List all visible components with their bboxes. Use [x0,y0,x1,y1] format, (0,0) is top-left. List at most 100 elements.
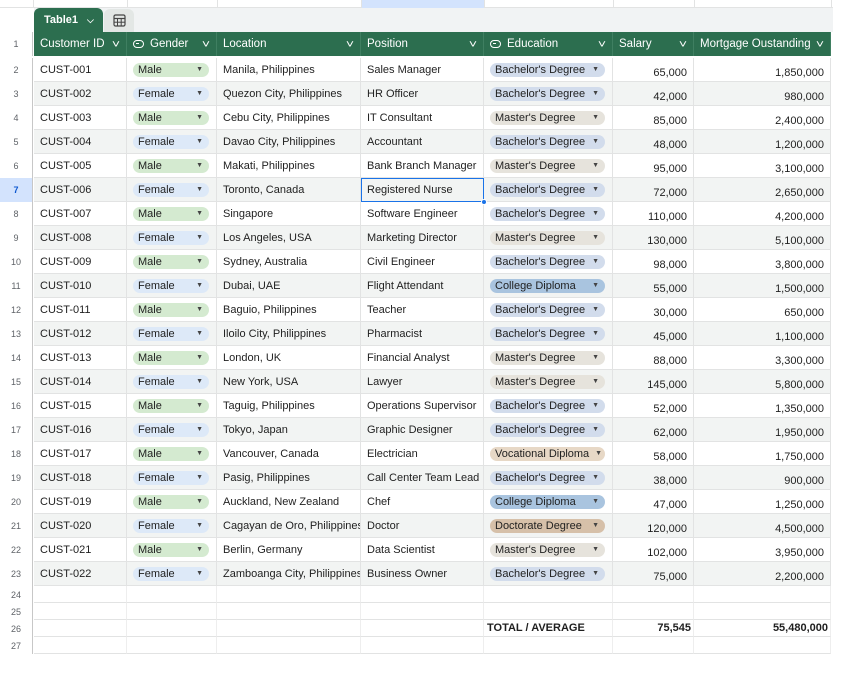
cell-gender[interactable]: Female ▼ [127,370,217,394]
row-number[interactable]: 4 [0,106,33,130]
cell-position[interactable] [361,620,484,637]
cell-education[interactable]: Bachelor's Degree ▼ [484,178,613,202]
cell-mortgage[interactable]: 1,250,000 [694,490,831,514]
dropdown-arrow-icon[interactable]: ▼ [592,138,599,145]
dropdown-arrow-icon[interactable]: ▼ [196,498,203,505]
cell-location[interactable] [217,620,361,637]
row-number[interactable]: 18 [0,442,33,466]
cell-mortgage[interactable]: 1,750,000 [694,442,831,466]
cell-gender[interactable] [127,620,217,637]
cell-id[interactable]: CUST-009 [34,250,127,274]
gender-dropdown-chip[interactable]: Male ▼ [133,446,209,461]
cell-location[interactable]: Los Angeles, USA [217,226,361,250]
cell-position[interactable] [361,586,484,603]
education-dropdown-chip[interactable]: College Diploma ▼ [490,278,605,293]
cell-education[interactable] [484,603,613,620]
cell-salary[interactable]: 47,000 [613,490,694,514]
cell-salary[interactable] [613,586,694,603]
cell-gender[interactable]: Male ▼ [127,58,217,82]
cell-position[interactable]: Accountant [361,130,484,154]
gender-dropdown-chip[interactable]: Male ▼ [133,542,209,557]
dropdown-arrow-icon[interactable]: ▼ [196,330,203,337]
row-number[interactable]: 3 [0,82,33,106]
cell-gender[interactable]: Male ▼ [127,538,217,562]
cell-salary[interactable]: 72,000 [613,178,694,202]
row-number[interactable]: 5 [0,130,33,154]
column-header-position[interactable]: Position ˅ [361,32,484,56]
cell-gender[interactable]: Male ▼ [127,154,217,178]
cell-id[interactable]: CUST-007 [34,202,127,226]
education-dropdown-chip[interactable]: Bachelor's Degree ▼ [490,86,605,101]
cell-id[interactable] [34,620,127,637]
cell-mortgage[interactable]: 4,500,000 [694,514,831,538]
education-dropdown-chip[interactable]: Master's Degree ▼ [490,542,605,557]
cell-mortgage[interactable]: 1,200,000 [694,130,831,154]
cell-education[interactable] [484,586,613,603]
gender-dropdown-chip[interactable]: Female ▼ [133,566,209,581]
cell-salary[interactable]: 52,000 [613,394,694,418]
row-number[interactable]: 21 [0,514,33,538]
cell-gender[interactable]: Female ▼ [127,562,217,586]
cell-education[interactable]: Vocational Diploma ▼ [484,442,613,466]
cell-salary[interactable]: 98,000 [613,250,694,274]
cell-gender[interactable]: Male ▼ [127,106,217,130]
cell-location[interactable] [217,586,361,603]
cell-education[interactable] [484,637,613,654]
cell-gender[interactable] [127,586,217,603]
chevron-down-icon[interactable]: ⌵ [87,15,94,26]
dropdown-arrow-icon[interactable]: ▼ [592,90,599,97]
cell-gender[interactable]: Female ▼ [127,82,217,106]
row-number[interactable]: 9 [0,226,33,250]
cell-id[interactable]: CUST-010 [34,274,127,298]
cell-education[interactable]: Bachelor's Degree ▼ [484,82,613,106]
row-number[interactable]: 14 [0,346,33,370]
cell-salary[interactable]: 65,000 [613,58,694,82]
dropdown-arrow-icon[interactable]: ▼ [196,138,203,145]
row-number[interactable]: 27 [0,637,33,654]
cell-education[interactable]: Bachelor's Degree ▼ [484,562,613,586]
cell-salary[interactable]: 130,000 [613,226,694,250]
gender-dropdown-chip[interactable]: Female ▼ [133,470,209,485]
cell-salary[interactable]: 75,000 [613,562,694,586]
dropdown-arrow-icon[interactable]: ▼ [196,378,203,385]
gender-dropdown-chip[interactable]: Female ▼ [133,278,209,293]
cell-salary[interactable]: 45,000 [613,322,694,346]
cell-education[interactable]: Bachelor's Degree ▼ [484,298,613,322]
education-dropdown-chip[interactable]: Master's Degree ▼ [490,374,605,389]
education-dropdown-chip[interactable]: Bachelor's Degree ▼ [490,254,605,269]
cell-gender[interactable]: Female ▼ [127,130,217,154]
dropdown-arrow-icon[interactable]: ▼ [592,330,599,337]
cell-id[interactable]: CUST-015 [34,394,127,418]
cell-education[interactable]: Bachelor's Degree ▼ [484,418,613,442]
cell-position[interactable]: Teacher [361,298,484,322]
cell-mortgage[interactable]: 2,650,000 [694,178,831,202]
cell-gender[interactable]: Male ▼ [127,394,217,418]
dropdown-arrow-icon[interactable]: ▼ [592,306,599,313]
cell-id[interactable]: CUST-017 [34,442,127,466]
cell-location[interactable]: Makati, Philippines [217,154,361,178]
cell-mortgage[interactable]: 650,000 [694,298,831,322]
dropdown-arrow-icon[interactable]: ▼ [196,282,203,289]
education-dropdown-chip[interactable]: Bachelor's Degree ▼ [490,566,605,581]
cell-salary[interactable]: 102,000 [613,538,694,562]
cell-salary[interactable] [613,637,694,654]
gender-dropdown-chip[interactable]: Male ▼ [133,494,209,509]
dropdown-arrow-icon[interactable]: ▼ [196,474,203,481]
row-number[interactable]: 12 [0,298,33,322]
cell-id[interactable]: CUST-005 [34,154,127,178]
column-header-salary[interactable]: Salary ˅ [613,32,694,56]
row-number[interactable]: 2 [0,58,33,82]
dropdown-arrow-icon[interactable]: ▼ [592,426,599,433]
education-dropdown-chip[interactable]: Bachelor's Degree ▼ [490,206,605,221]
cell-education[interactable]: Bachelor's Degree ▼ [484,130,613,154]
education-dropdown-chip[interactable]: Bachelor's Degree ▼ [490,62,605,77]
cell-salary[interactable]: 85,000 [613,106,694,130]
cell-mortgage[interactable] [694,586,831,603]
education-dropdown-chip[interactable]: Bachelor's Degree ▼ [490,398,605,413]
dropdown-arrow-icon[interactable]: ▼ [592,402,599,409]
chevron-down-icon[interactable]: ˅ [679,38,687,51]
cell-location[interactable]: Cagayan de Oro, Philippines [217,514,361,538]
chevron-down-icon[interactable]: ˅ [469,38,477,51]
dropdown-arrow-icon[interactable]: ▼ [592,378,599,385]
cell-id[interactable] [34,637,127,654]
